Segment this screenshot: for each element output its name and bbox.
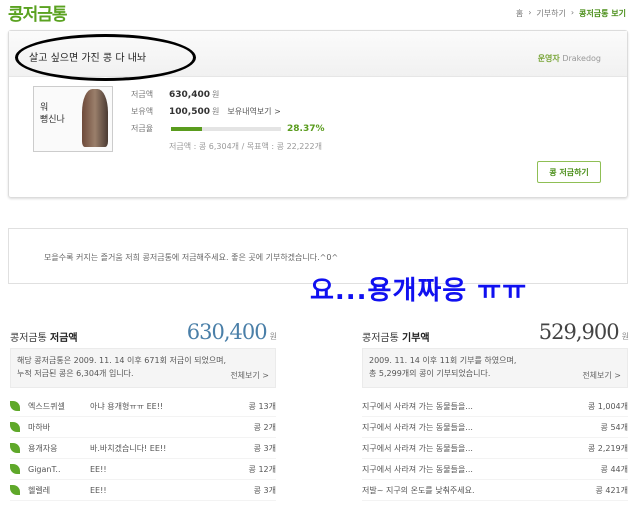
- hand-drawn-circle: [15, 34, 196, 81]
- saver-message: EE!!: [90, 464, 107, 474]
- progress-bar: [171, 126, 281, 131]
- breadcrumb: 홈 › 기부하기 › 콩저금통 보기: [516, 8, 626, 19]
- page-title: 콩저금통: [8, 5, 68, 25]
- donations-heading: 콩저금통 기부액: [362, 333, 430, 344]
- saver-message: 아냐 용개형ㅠㅠ EE!!: [90, 401, 164, 411]
- breadcrumb-donate[interactable]: 기부하기: [536, 8, 565, 19]
- breadcrumb-current[interactable]: 콩저금통 보기: [579, 8, 626, 19]
- leaf-icon: [10, 401, 20, 411]
- saver-amount: 콩 3개: [253, 443, 276, 453]
- rate-value: 28.37%: [287, 123, 325, 134]
- saver-name[interactable]: 엑스드퀴셀: [28, 401, 90, 412]
- thumbnail-handwriting: 워 뻥신나: [40, 103, 65, 125]
- saver-name[interactable]: GiganT..: [28, 465, 90, 474]
- leaf-icon: [10, 485, 20, 495]
- piggybank-thumbnail: 워 뻥신나: [33, 86, 113, 152]
- savings-amount: 630,400 원: [186, 320, 277, 344]
- saver-amount: 콩 2개: [253, 422, 276, 432]
- savings-summary: 저금액 : 콩 6,304개 / 목표액 : 콩 22,222개: [169, 142, 322, 151]
- piggybank-stats: 저금액 630,400 원 보유액 100,500 원 보유내역보기 > 저금율…: [131, 86, 325, 152]
- breadcrumb-separator: ›: [528, 8, 532, 17]
- saver-message: EE!!: [90, 485, 107, 495]
- notice-text: 모을수록 커지는 즐거움 저희 콩저금통에 저금해주세요. 좋은 곳에 기부하겠…: [44, 253, 339, 262]
- donations-view-all-link[interactable]: 전체보기 >: [582, 369, 621, 382]
- list-item: 지구에서 사라져 가는 동물들을... 콩 1,004개: [362, 396, 628, 417]
- saved-value: 630,400: [169, 89, 210, 100]
- donation-amount: 콩 44개: [600, 464, 628, 474]
- piggybank-card: 살고 싶으면 가진 콩 다 내놔 운영자 Drakedog 워 뻥신나 저금액 …: [8, 30, 628, 198]
- saver-name[interactable]: 마하바: [28, 422, 90, 433]
- list-item: 지구에서 사라져 가는 동물들을... 콩 2,219개: [362, 438, 628, 459]
- rate-label: 저금율: [131, 124, 154, 133]
- leaf-icon: [10, 443, 20, 453]
- saved-unit: 원: [212, 90, 220, 99]
- list-item: 저발~ 지구의 온도를 낮춰주세요. 콩 421개: [362, 480, 628, 501]
- savings-info: 해당 콩저금통은 2009. 11. 14 이후 671회 저금이 되었으며, …: [10, 348, 276, 388]
- saver-name[interactable]: 헬렐레: [28, 485, 90, 496]
- donation-title[interactable]: 지구에서 사라져 가는 동물들을...: [362, 401, 578, 412]
- held-history-link[interactable]: 보유내역보기 >: [227, 106, 280, 117]
- saver-amount: 콩 12개: [248, 464, 276, 474]
- list-item: 헬렐레 EE!! 콩 3개: [10, 480, 276, 501]
- donations-list: 지구에서 사라져 가는 동물들을... 콩 1,004개 지구에서 사라져 가는 …: [362, 396, 628, 501]
- list-item: 용개자응 바.바치겠습니다! EE!! 콩 3개: [10, 438, 276, 459]
- thumbnail-figure: [82, 89, 108, 147]
- leaf-icon: [10, 464, 20, 474]
- donation-title[interactable]: 지구에서 사라져 가는 동물들을...: [362, 422, 578, 433]
- donation-amount: 콩 421개: [595, 485, 628, 495]
- held-unit: 원: [212, 107, 220, 116]
- held-value: 100,500: [169, 106, 210, 117]
- progress-fill: [171, 126, 203, 131]
- saved-label: 저금액: [131, 90, 154, 99]
- list-item: 엑스드퀴셀 아냐 용개형ㅠㅠ EE!! 콩 13개: [10, 396, 276, 417]
- breadcrumb-separator: ›: [570, 8, 575, 17]
- saver-amount: 콩 3개: [253, 485, 276, 495]
- donations-info: 2009. 11. 14 이후 11회 기부를 하였으며, 총 5,299개의 …: [362, 348, 628, 388]
- manager-info: 운영자 Drakedog: [538, 53, 601, 64]
- savings-heading: 콩저금통 저금액: [10, 333, 78, 344]
- overlay-caption: 요...용개짜응 ㅠㅠ: [310, 276, 528, 306]
- leaf-icon: [10, 422, 20, 432]
- savings-list: 엑스드퀴셀 아냐 용개형ㅠㅠ EE!! 콩 13개 마하바 콩 2개 용개자응 바.바치…: [10, 396, 276, 501]
- donation-title[interactable]: 지구에서 사라져 가는 동물들을...: [362, 464, 578, 475]
- donation-amount: 콩 2,219개: [587, 443, 628, 453]
- savings-column: 콩저금통 저금액 630,400 원 해당 콩저금통은 2009. 11. 14 …: [10, 316, 277, 501]
- donation-amount: 콩 54개: [600, 422, 628, 432]
- list-item: 마하바 콩 2개: [10, 417, 276, 438]
- donations-amount: 529,900 원: [538, 320, 629, 344]
- list-item: 지구에서 사라져 가는 동물들을... 콩 54개: [362, 417, 628, 438]
- donation-title[interactable]: 지구에서 사라져 가는 동물들을...: [362, 443, 578, 454]
- donations-column: 콩저금통 기부액 529,900 원 2009. 11. 14 이후 11회 기부…: [362, 316, 629, 501]
- manager-label: 운영자: [537, 54, 560, 63]
- manager-name[interactable]: Drakedog: [562, 54, 601, 63]
- saver-message: 바.바치겠습니다! EE!!: [90, 443, 167, 453]
- savings-view-all-link[interactable]: 전체보기 >: [230, 369, 269, 382]
- list-item: GiganT.. EE!! 콩 12개: [10, 459, 276, 480]
- saver-amount: 콩 13개: [248, 401, 276, 411]
- list-item: 지구에서 사라져 가는 동물들을... 콩 44개: [362, 459, 628, 480]
- saver-name[interactable]: 용개자응: [28, 443, 90, 454]
- donate-button[interactable]: 콩 저금하기: [537, 161, 601, 183]
- donation-title[interactable]: 저발~ 지구의 온도를 낮춰주세요.: [362, 485, 578, 496]
- donation-amount: 콩 1,004개: [587, 401, 628, 411]
- held-label: 보유액: [131, 107, 154, 116]
- breadcrumb-home[interactable]: 홈: [516, 8, 523, 19]
